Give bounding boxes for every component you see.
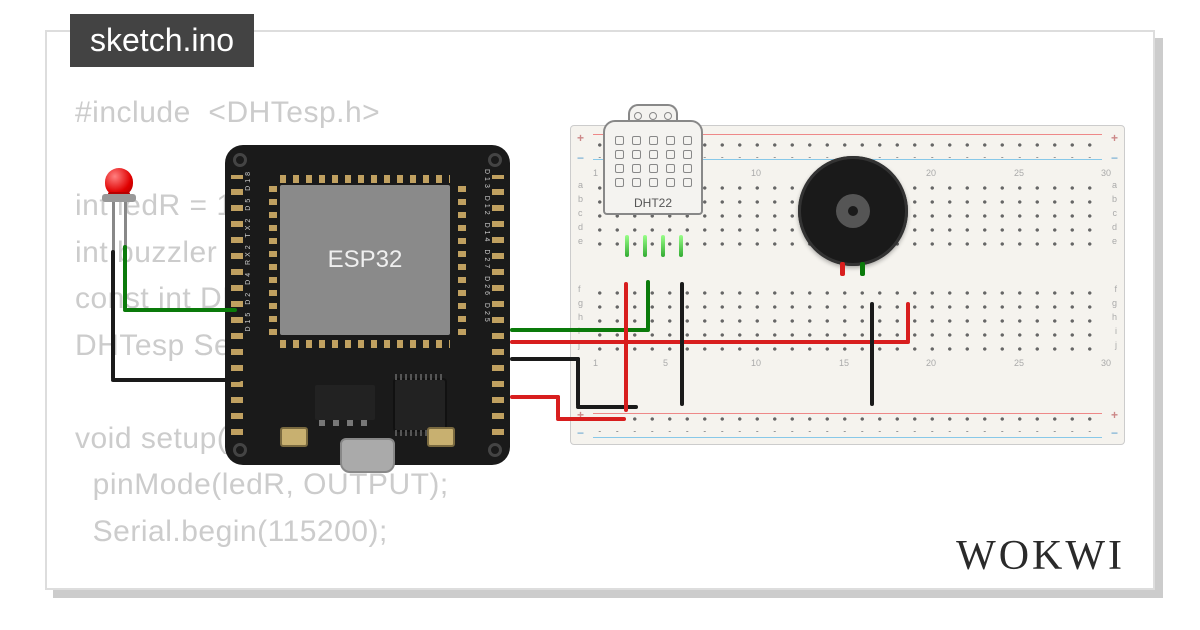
- wire-green: [510, 328, 650, 332]
- esp32-shield: ESP32: [280, 185, 450, 335]
- led-component: [105, 168, 133, 196]
- wire-black: [111, 378, 241, 382]
- led-lead: [112, 202, 115, 252]
- led-lead: [124, 202, 127, 247]
- buzzer-component: [798, 156, 908, 266]
- boot-button[interactable]: [280, 427, 308, 447]
- reset-button[interactable]: [427, 427, 455, 447]
- wire-green: [123, 308, 237, 312]
- wire-black: [111, 250, 115, 380]
- esp32-board: ESP32 D15 D2 D4 RX2 TX2 D5 D18 D13 D12 D…: [225, 145, 510, 465]
- mcu-chip-icon: [395, 380, 445, 430]
- wire-red: [556, 417, 626, 421]
- wire-black: [870, 302, 874, 406]
- wire-black: [680, 282, 684, 406]
- wire-red: [510, 395, 560, 399]
- wire-red: [906, 302, 910, 342]
- led-rim: [102, 194, 136, 202]
- wire-red: [624, 282, 628, 412]
- wire-red: [510, 340, 910, 344]
- wire-green: [646, 280, 650, 330]
- wire-black: [510, 357, 580, 361]
- file-tab[interactable]: sketch.ino: [70, 14, 254, 67]
- wire-green: [123, 245, 127, 310]
- dht22-sensor: DHT22: [603, 120, 703, 235]
- wire-black: [576, 405, 638, 409]
- brand-logo: WOKWI: [956, 532, 1125, 580]
- dht22-label: DHT22: [605, 196, 701, 210]
- regulator-icon: [315, 385, 375, 420]
- wire-black: [576, 357, 580, 407]
- wire-red: [556, 395, 560, 419]
- usb-port-icon: [340, 438, 395, 473]
